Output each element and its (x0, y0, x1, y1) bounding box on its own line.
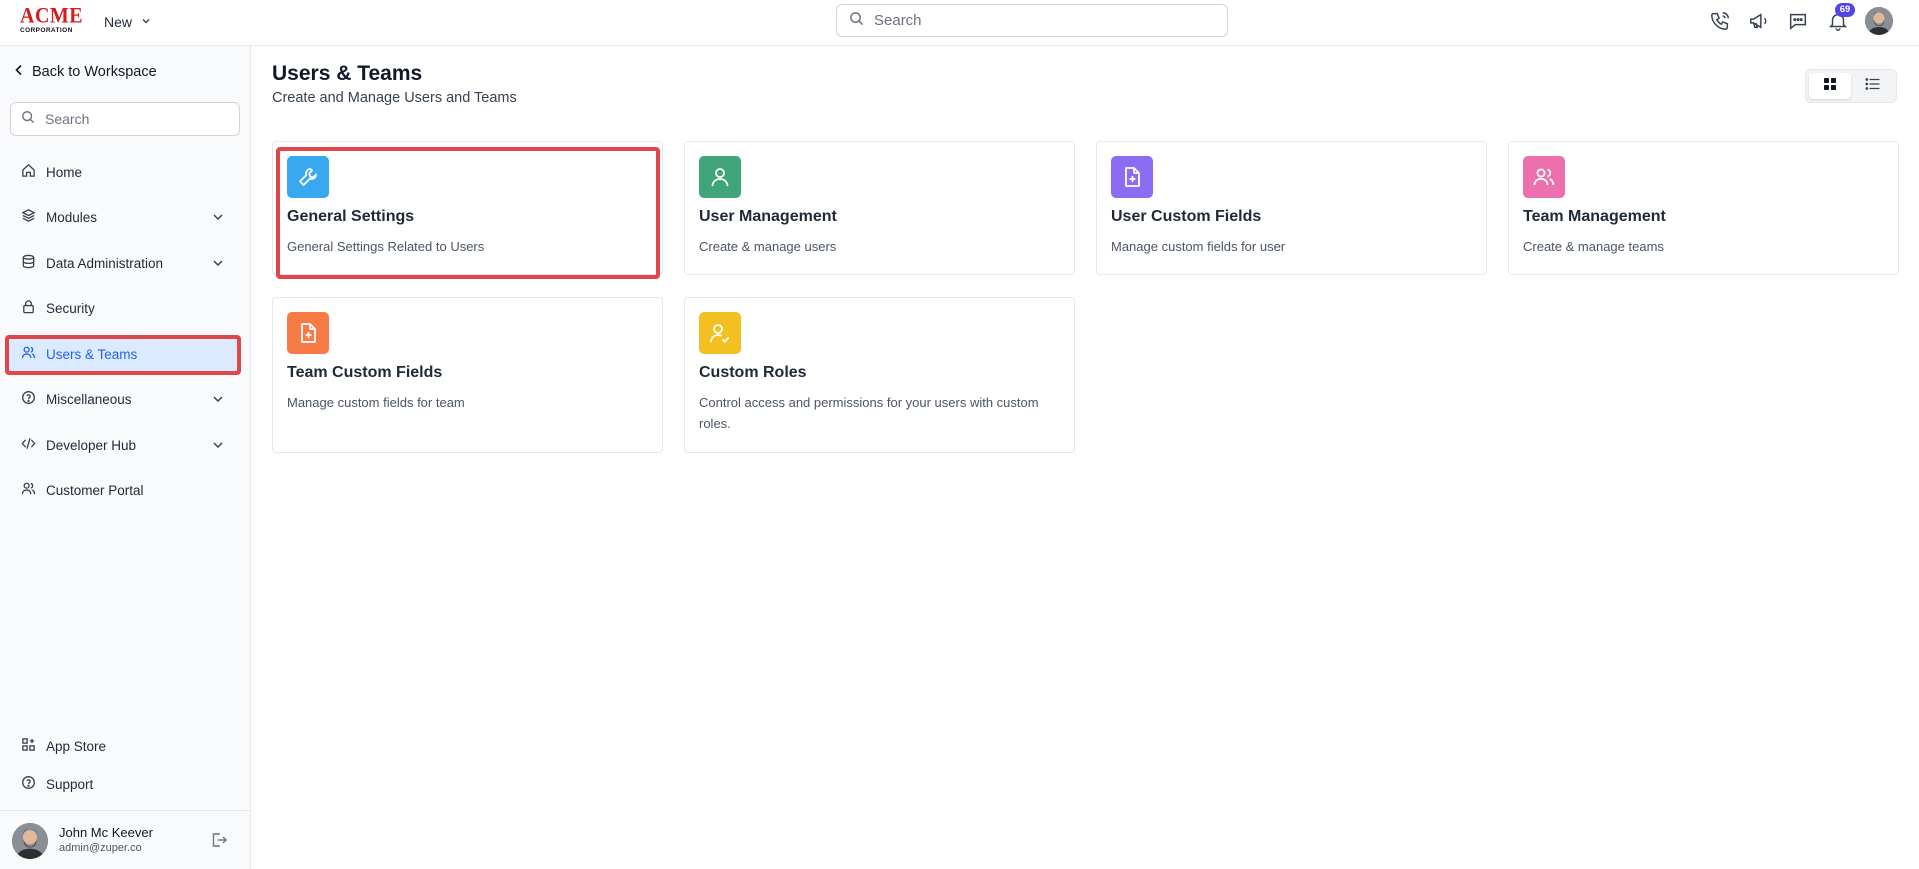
card-title: User Custom Fields (1111, 208, 1262, 225)
sidebar-item-label: Developer Hub (46, 437, 137, 453)
top-bar: ACME CORPORATION New 69 (0, 0, 1919, 46)
file-plus-icon (287, 312, 329, 354)
card-title: General Settings (287, 208, 415, 225)
page-subtitle: Create and Manage Users and Teams (272, 90, 517, 106)
sidebar-item-developer-hub[interactable]: Developer Hub (8, 427, 239, 463)
list-icon (1865, 77, 1881, 96)
chevron-down-icon (211, 256, 225, 273)
chevron-down-icon (211, 210, 225, 227)
code-icon (21, 436, 36, 454)
help-circle-icon (21, 390, 36, 408)
card-user-custom-fields[interactable]: User Custom Fields Manage custom fields … (1096, 141, 1487, 275)
grid-icon (1823, 77, 1837, 96)
sidebar-item-miscellaneous[interactable]: Miscellaneous (8, 381, 239, 417)
card-team-custom-fields[interactable]: Team Custom Fields Manage custom fields … (272, 297, 663, 453)
card-title: Team Management (1523, 208, 1666, 225)
sidebar-item-label: App Store (46, 738, 107, 754)
logo-text: ACME (20, 3, 84, 29)
sidebar-item-home[interactable]: Home (8, 154, 239, 190)
user-check-icon (699, 312, 741, 354)
sidebar-item-users-teams[interactable]: Users & Teams (8, 336, 239, 372)
page-title: Users & Teams (272, 62, 423, 85)
sidebar-item-label: Modules (46, 209, 98, 225)
home-icon (21, 163, 36, 181)
sidebar-item-label: Data Administration (46, 255, 164, 271)
chevron-down-icon (211, 438, 225, 455)
global-search-input[interactable] (874, 12, 1204, 29)
card-title: Team Custom Fields (287, 364, 443, 381)
sidebar-search[interactable] (10, 102, 240, 136)
help-circle-icon (21, 775, 36, 793)
card-user-management[interactable]: User Management Create & manage users (684, 141, 1075, 275)
sidebar-item-support[interactable]: Support (8, 766, 239, 802)
chevron-left-icon (14, 64, 24, 80)
view-toggle (1805, 69, 1897, 103)
card-team-management[interactable]: Team Management Create & manage teams (1508, 141, 1899, 275)
sidebar-item-label: Miscellaneous (46, 391, 132, 407)
phone-icon[interactable] (1709, 10, 1731, 32)
user-profile-footer: John Mc Keever admin@zuper.co (0, 810, 250, 869)
card-description: Create & manage teams (1523, 239, 1664, 254)
grid-view-button[interactable] (1809, 73, 1851, 99)
apps-icon (21, 737, 36, 755)
database-icon (21, 254, 36, 272)
users-icon (21, 481, 36, 499)
sidebar-item-label: Security (46, 300, 95, 316)
new-dropdown-button[interactable]: New (104, 12, 152, 32)
wrench-icon (287, 156, 329, 198)
notification-badge: 69 (1835, 3, 1855, 17)
sidebar-item-label: Support (46, 776, 94, 792)
logout-icon[interactable] (210, 831, 228, 854)
users-icon (1523, 156, 1565, 198)
card-description: Create & manage users (699, 239, 837, 254)
card-custom-roles[interactable]: Custom Roles Control access and permissi… (684, 297, 1075, 453)
sidebar-item-label: Customer Portal (46, 482, 144, 498)
search-icon (21, 110, 35, 129)
sidebar-item-app-store[interactable]: App Store (8, 728, 239, 764)
profile-avatar[interactable] (1865, 7, 1893, 35)
new-label: New (104, 14, 133, 30)
list-view-button[interactable] (1852, 73, 1894, 99)
lock-icon (21, 299, 36, 317)
card-title: User Management (699, 208, 837, 225)
card-title: Custom Roles (699, 364, 807, 381)
back-to-workspace-link[interactable]: Back to Workspace (14, 64, 157, 80)
sidebar-item-label: Home (46, 164, 83, 180)
sidebar-item-modules[interactable]: Modules (8, 199, 239, 235)
avatar[interactable] (12, 823, 48, 859)
card-general-settings[interactable]: General Settings General Settings Relate… (272, 141, 663, 275)
card-description: Manage custom fields for user (1111, 239, 1286, 254)
user-icon (699, 156, 741, 198)
global-search[interactable] (836, 4, 1228, 37)
search-icon (849, 11, 864, 31)
acme-logo[interactable]: ACME CORPORATION (20, 3, 84, 34)
file-plus-icon (1111, 156, 1153, 198)
chat-icon[interactable] (1787, 10, 1809, 32)
sidebar-item-data-administration[interactable]: Data Administration (8, 245, 239, 281)
users-icon (21, 345, 36, 363)
main-content: Users & Teams Create and Manage Users an… (251, 46, 1919, 869)
sidebar-item-customer-portal[interactable]: Customer Portal (8, 472, 239, 508)
sidebar-search-input[interactable] (45, 111, 225, 127)
card-description: Manage custom fields for team (287, 395, 465, 410)
sidebar: Back to Workspace Home Modules Data Admi… (0, 46, 251, 869)
user-email: admin@zuper.co (59, 842, 142, 854)
sidebar-item-security[interactable]: Security (8, 290, 239, 326)
user-name: John Mc Keever (59, 825, 153, 840)
chevron-down-icon (140, 14, 152, 30)
sidebar-item-label: Users & Teams (46, 346, 138, 362)
card-description: General Settings Related to Users (287, 239, 485, 254)
megaphone-icon[interactable] (1748, 10, 1770, 32)
chevron-down-icon (211, 392, 225, 409)
card-description: Control access and permissions for your … (699, 395, 1039, 431)
back-label: Back to Workspace (32, 64, 157, 80)
layers-icon (21, 208, 36, 226)
